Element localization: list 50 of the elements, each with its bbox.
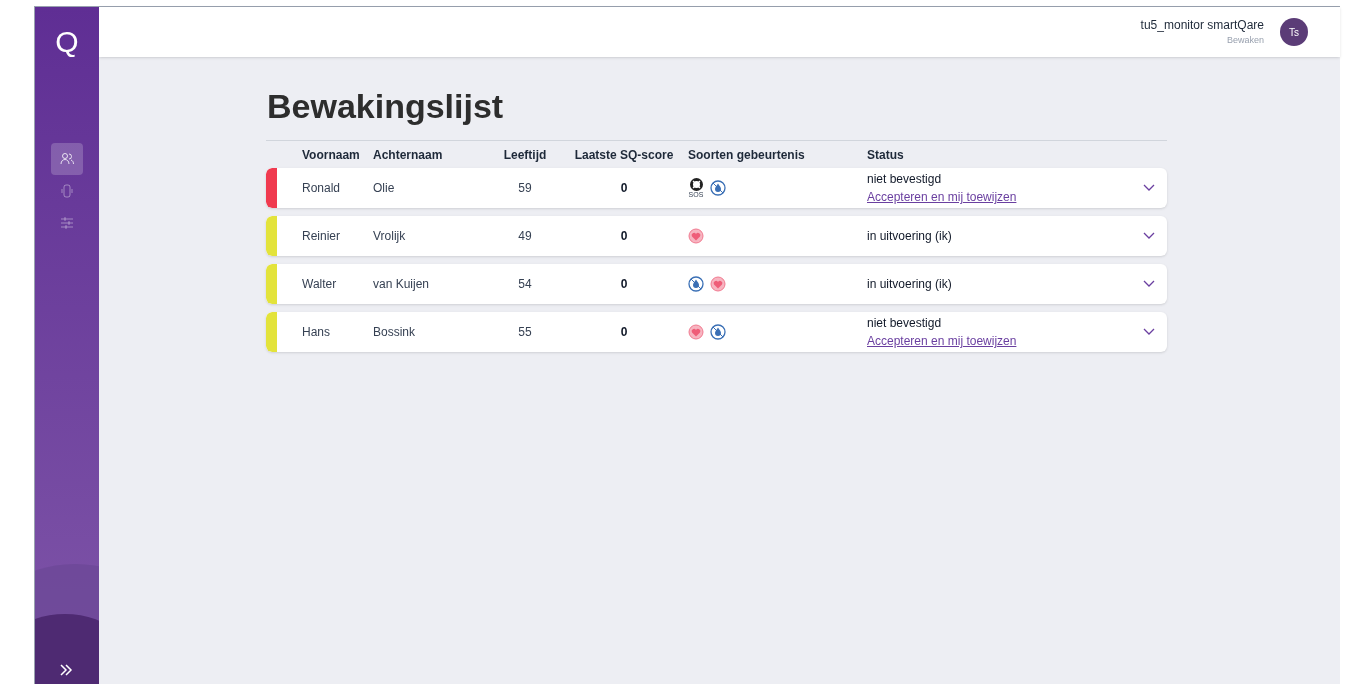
column-header: Status: [867, 146, 904, 164]
table-cell-text: Reinier: [302, 228, 340, 245]
table-cell-text: 49: [518, 228, 532, 245]
table-cell-text: Vrolijk: [373, 228, 406, 245]
table-row[interactable]: Walter van Kuijen 54 0 in uitvoering (ik): [266, 264, 1167, 304]
table-cell-text: van Kuijen: [373, 276, 430, 293]
table-cell-text: Walter: [302, 276, 337, 293]
page-title: Bewakingslijst: [266, 86, 505, 127]
user-name: tu5_monitor smartQare: [1140, 17, 1264, 35]
double-chevron-icon: [59, 664, 73, 676]
people-icon: [59, 151, 75, 167]
column-header: Leeftijd: [503, 146, 547, 164]
table-cell-text: Bossink: [373, 324, 416, 341]
table-cell-text: 55: [518, 324, 532, 341]
table-row[interactable]: Reinier Vrolijk 49 0 in uitvoering (ik): [266, 216, 1167, 256]
chevron-down-icon: [1143, 328, 1155, 336]
avatar[interactable]: Ts: [1280, 18, 1308, 46]
column-header: Soorten gebeurtenis: [688, 146, 805, 164]
accept-link[interactable]: Accepteren en mij toewijzen: [867, 188, 1117, 206]
drop-icon: [710, 324, 726, 340]
drop-icon: [710, 180, 726, 196]
table-cell-text: 0: [620, 228, 628, 245]
expand-sidebar-button[interactable]: [59, 664, 73, 676]
table-cell-text: 54: [518, 276, 532, 293]
table-cell-text: 0: [620, 180, 628, 197]
table-cell-text: Ronald: [302, 180, 341, 197]
chevron-down-icon: [1143, 280, 1155, 288]
chevron-down-icon: [1143, 232, 1155, 240]
column-header: Laatste SQ-score: [574, 146, 674, 164]
drop-icon: [688, 276, 704, 292]
status-text: niet bevestigd: [867, 171, 943, 188]
chevron-down-icon: [1143, 184, 1155, 192]
status-text: in uitvoering (ik): [867, 276, 953, 293]
lifebuoy-icon: [689, 178, 703, 191]
column-header: Achternaam: [373, 146, 443, 164]
accept-link[interactable]: Accepteren en mij toewijzen: [867, 332, 1117, 350]
status-text: in uitvoering (ik): [867, 228, 953, 245]
logo: Q: [55, 27, 79, 57]
nav-item[interactable]: [51, 143, 83, 175]
table-cell-text: 59: [518, 180, 532, 197]
table-cell-text: 0: [620, 276, 628, 293]
column-header: Voornaam: [302, 146, 360, 164]
table-row[interactable]: Hans Bossink 55 0 niet bevestigd Accepteren en mij toewijzen: [266, 312, 1167, 352]
table-cell-text: Hans: [302, 324, 330, 341]
status-text: niet bevestigd: [867, 315, 943, 332]
user-role: Bewaken: [1226, 34, 1264, 48]
table-cell-text: Olie: [373, 180, 395, 197]
table-cell-text: 0: [620, 324, 628, 341]
device-icon: [59, 183, 75, 199]
sliders-icon: [59, 215, 75, 231]
